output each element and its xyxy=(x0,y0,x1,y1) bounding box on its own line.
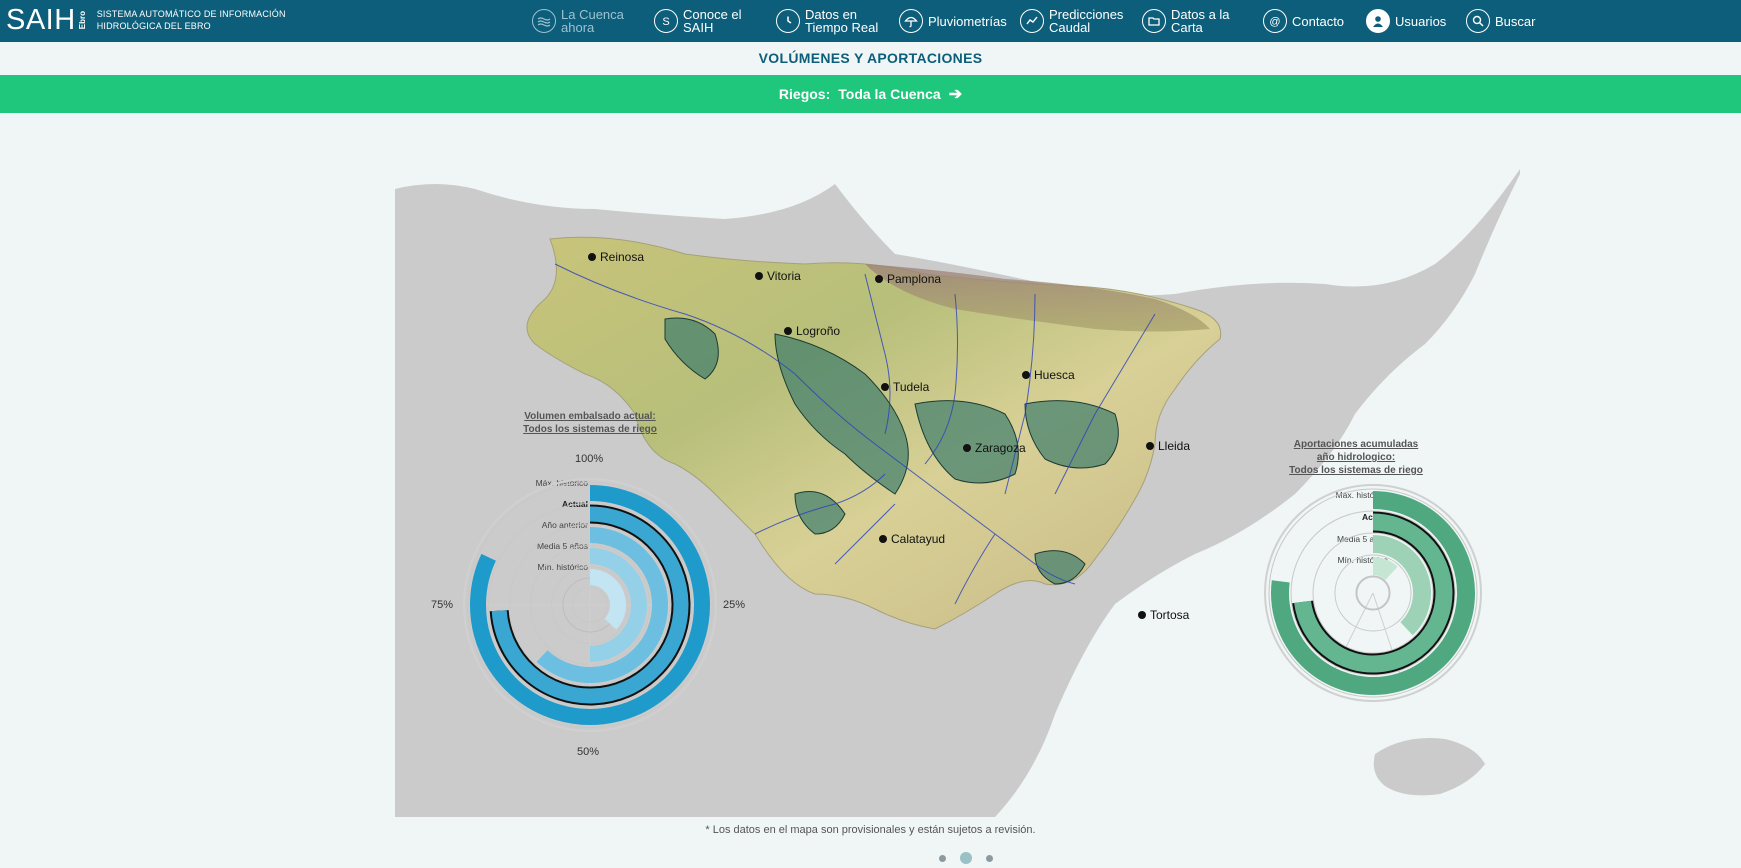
city-tudela[interactable]: Tudela xyxy=(881,380,929,394)
saih-s-icon: S xyxy=(654,9,678,33)
page-title: VOLÚMENES Y APORTACIONES xyxy=(758,50,983,66)
pager-dot-3[interactable] xyxy=(986,854,993,862)
tick-25: 25% xyxy=(723,599,746,611)
city-pamplona[interactable]: Pamplona xyxy=(875,272,941,286)
umbrella-icon xyxy=(899,9,923,33)
filter-value: Toda la Cuenca xyxy=(838,86,941,102)
nav-predicciones-caudal[interactable]: Predicciones Caudal xyxy=(1020,0,1123,42)
waves-icon xyxy=(532,9,556,33)
city-logrono[interactable]: Logroño xyxy=(784,324,840,338)
city-reinosa[interactable]: Reinosa xyxy=(588,250,644,264)
city-tortosa[interactable]: Tortosa xyxy=(1138,608,1189,622)
aportaciones-chart-title: Aportaciones acumuladas año hidrologico:… xyxy=(1289,439,1423,476)
pager-dot-1[interactable] xyxy=(939,854,946,862)
nav-usuarios[interactable]: Usuarios xyxy=(1366,0,1446,42)
city-vitoria[interactable]: Vitoria xyxy=(755,269,801,283)
top-navigation-bar: SAIH Ebro SISTEMA AUTOMÁTICO DE INFORMAC… xyxy=(0,0,1741,42)
brand-name: SAIH xyxy=(6,4,76,36)
chart-line-icon xyxy=(1020,9,1044,33)
at-icon: @ xyxy=(1263,9,1287,33)
search-icon xyxy=(1466,9,1490,33)
nav-pluviometrias[interactable]: Pluviometrías xyxy=(899,0,1007,42)
city-huesca[interactable]: Huesca xyxy=(1022,368,1075,382)
pager-dot-2[interactable] xyxy=(960,852,972,864)
city-zaragoza[interactable]: Zaragoza xyxy=(963,441,1026,455)
folder-icon xyxy=(1142,9,1166,33)
city-lleida[interactable]: Lleida xyxy=(1146,439,1190,453)
volume-chart-title: Volumen embalsado actual: Todos los sist… xyxy=(523,411,657,435)
brand-logo[interactable]: SAIH Ebro SISTEMA AUTOMÁTICO DE INFORMAC… xyxy=(6,5,286,35)
svg-text:@: @ xyxy=(1269,16,1280,28)
volume-radial-chart xyxy=(463,478,717,732)
map-footnote: * Los datos en el mapa son provisionales… xyxy=(705,824,1036,836)
clock-icon xyxy=(776,9,800,33)
user-icon xyxy=(1366,9,1390,33)
nav-datos-tiempo-real[interactable]: Datos en Tiempo Real xyxy=(776,0,878,42)
nav-la-cuenca-ahora[interactable]: La Cuenca ahora xyxy=(532,0,624,42)
tick-100: 100% xyxy=(575,453,604,465)
brand-vertical: Ebro xyxy=(77,10,87,30)
radial-bar-m-n-hist-rico xyxy=(1372,557,1398,581)
carousel-pager xyxy=(932,852,1000,864)
riegos-filter-bar[interactable]: Riegos: Toda la Cuenca ➔ xyxy=(0,75,1741,113)
tick-50: 50% xyxy=(577,746,600,758)
svg-text:S: S xyxy=(662,16,669,28)
radial-bar-m-n-hist-rico xyxy=(589,569,626,630)
nav-datos-a-la-carta[interactable]: Datos a la Carta xyxy=(1142,0,1230,42)
city-calatayud[interactable]: Calatayud xyxy=(879,532,945,546)
nav-contacto[interactable]: @ Contacto xyxy=(1263,0,1344,42)
brand-subtitle: SISTEMA AUTOMÁTICO DE INFORMACIÓN HIDROL… xyxy=(96,9,286,31)
nav-buscar[interactable]: Buscar xyxy=(1466,0,1535,42)
aportaciones-radial-chart xyxy=(1264,484,1482,702)
nav-conoce-el-saih[interactable]: S Conoce el SAIH xyxy=(654,0,742,42)
filter-label: Riegos: xyxy=(778,86,831,102)
arrow-right-icon: ➔ xyxy=(948,86,963,103)
tick-75: 75% xyxy=(431,599,454,611)
